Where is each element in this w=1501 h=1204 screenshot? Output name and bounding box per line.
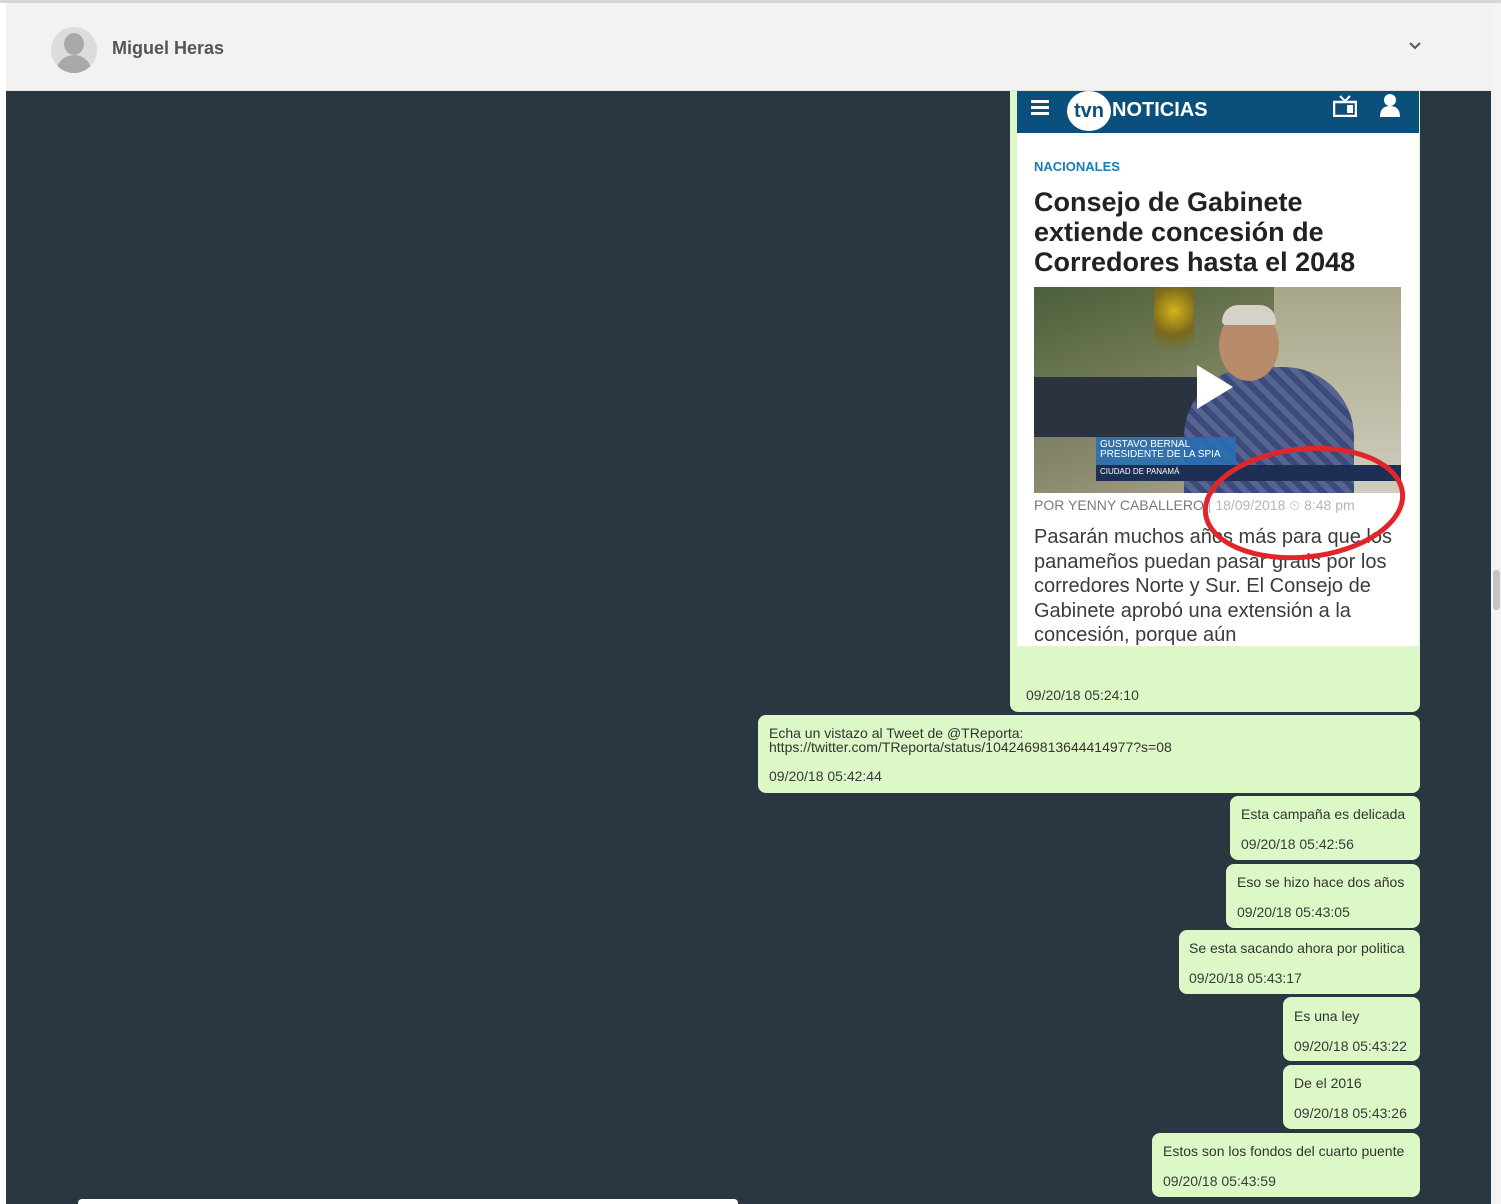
article-category: NACIONALES <box>1034 159 1120 174</box>
chevron-down-icon[interactable] <box>1409 39 1421 51</box>
chat-header: Miguel Heras <box>6 3 1491 91</box>
tv-icon <box>1333 95 1357 117</box>
message-bubble[interactable]: Es una ley 09/20/18 05:43:22 <box>1283 997 1420 1061</box>
message-text: Eso se hizo hace dos años <box>1237 874 1405 890</box>
message-bubble[interactable]: Eso se hizo hace dos años 09/20/18 05:43… <box>1226 864 1420 928</box>
site-logo: tvn <box>1067 91 1111 131</box>
article-author: POR YENNY CABALLERO <box>1034 497 1204 513</box>
article-video-thumbnail: GUSTAVO BERNAL PRESIDENTE DE LA SPIA CIU… <box>1034 287 1401 493</box>
article-screenshot-image[interactable]: tvn NOTICIAS NACIONALES Consejo de Gabin… <box>1017 91 1419 646</box>
message-timestamp: 09/20/18 05:42:44 <box>769 768 882 784</box>
user-avatar-icon[interactable] <box>51 27 97 73</box>
message-timestamp: 09/20/18 05:43:59 <box>1163 1173 1276 1189</box>
contact-name[interactable]: Miguel Heras <box>112 38 224 59</box>
message-timestamp: 09/20/18 05:43:26 <box>1294 1105 1407 1121</box>
message-input-edge[interactable] <box>78 1199 738 1204</box>
article-body: Pasarán muchos años más para que los pan… <box>1034 526 1392 646</box>
message-bubble[interactable]: Se esta sacando ahora por politica 09/20… <box>1179 930 1420 994</box>
message-timestamp: 09/20/18 05:43:22 <box>1294 1038 1407 1054</box>
image-message-bubble[interactable]: tvn NOTICIAS NACIONALES Consejo de Gabin… <box>1010 91 1420 712</box>
message-text: Esta campaña es delicada <box>1241 806 1406 822</box>
video-caption-role: PRESIDENTE DE LA SPIA <box>1100 449 1221 460</box>
message-text: Es una ley <box>1294 1008 1360 1024</box>
message-text: Se esta sacando ahora por politica <box>1189 940 1405 956</box>
message-text: Estos son los fondos del cuarto puente <box>1163 1143 1405 1159</box>
play-icon <box>1197 365 1233 409</box>
site-header-bar: tvn NOTICIAS <box>1017 91 1419 133</box>
hamburger-menu-icon <box>1031 100 1049 116</box>
message-bubble[interactable]: Esta campaña es delicada 09/20/18 05:42:… <box>1230 796 1420 860</box>
message-timestamp: 09/20/18 05:43:17 <box>1189 970 1302 986</box>
message-bubble[interactable]: Echa un vistazo al Tweet de @TReporta: h… <box>758 715 1420 793</box>
clock-icon: ⏲ <box>1289 497 1301 513</box>
message-timestamp: 09/20/18 05:42:56 <box>1241 836 1354 852</box>
scrollbar-thumb[interactable] <box>1493 570 1500 610</box>
article-date: 18/09/2018 <box>1215 497 1286 513</box>
message-timestamp: 09/20/18 05:43:05 <box>1237 904 1350 920</box>
message-text: De el 2016 <box>1294 1075 1362 1091</box>
message-text[interactable]: Echa un vistazo al Tweet de @TReporta: h… <box>769 726 1172 754</box>
article-time: 8:48 pm <box>1304 497 1355 513</box>
video-caption-place: CIUDAD DE PANAMÁ <box>1100 467 1180 476</box>
site-brand: NOTICIAS <box>1112 99 1208 121</box>
message-bubble[interactable]: Estos son los fondos del cuarto puente 0… <box>1152 1133 1420 1197</box>
message-bubble[interactable]: De el 2016 09/20/18 05:43:26 <box>1283 1065 1420 1129</box>
message-timestamp: 09/20/18 05:24:10 <box>1026 687 1139 703</box>
article-meta: POR YENNY CABALLERO | 18/09/2018 ⏲ 8:48 … <box>1034 497 1355 513</box>
article-title: Consejo de Gabinete extiende concesión d… <box>1034 187 1356 277</box>
user-icon <box>1380 94 1400 117</box>
